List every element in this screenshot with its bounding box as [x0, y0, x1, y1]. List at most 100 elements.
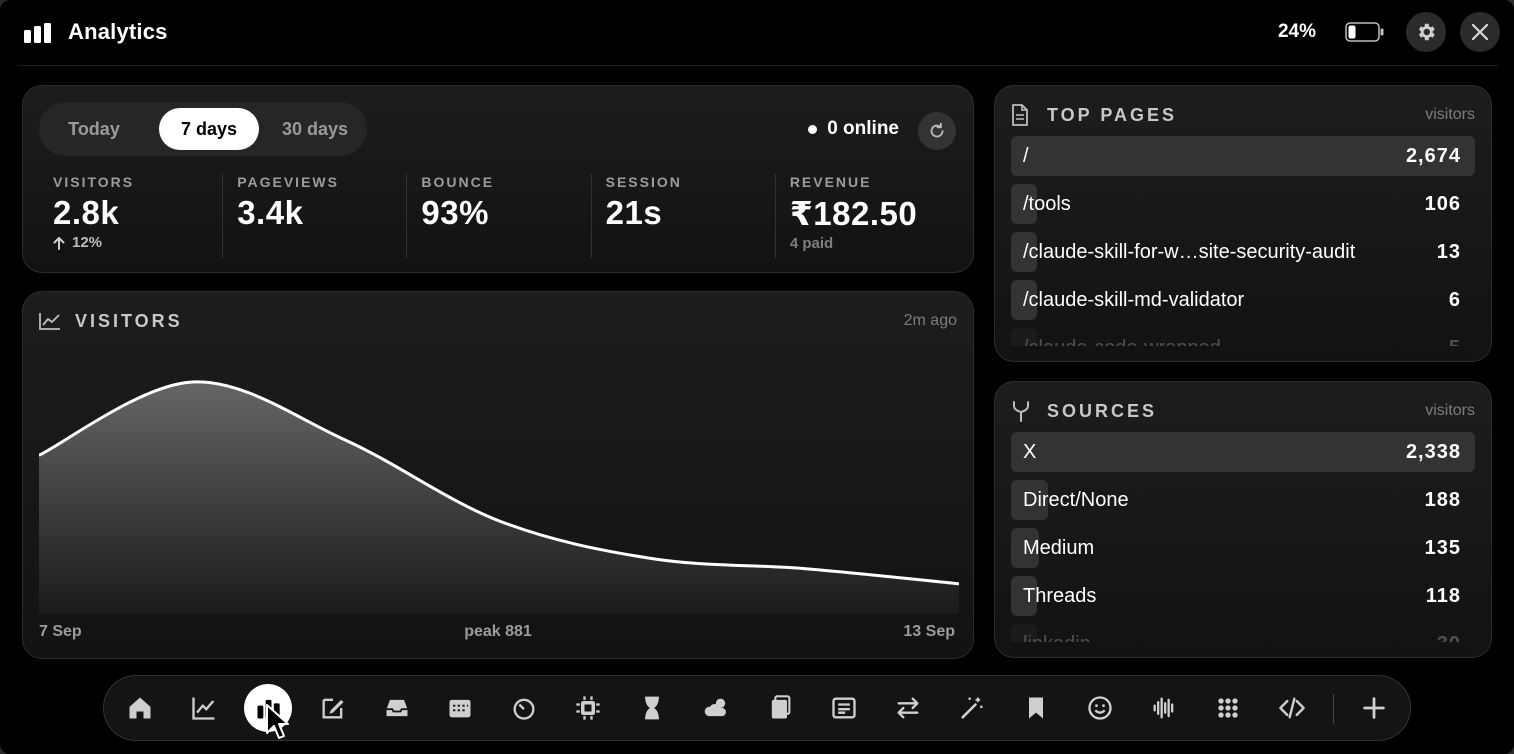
- sources-header: SOURCES visitors: [1011, 398, 1475, 424]
- settings-button[interactable]: [1406, 12, 1446, 52]
- chart-header: VISITORS 2m ago: [39, 308, 957, 334]
- dock-code-button[interactable]: [1268, 684, 1316, 732]
- edit-icon: [322, 698, 344, 719]
- range-7-days-tab[interactable]: 7 days: [159, 108, 259, 150]
- metric-change-value: 12%: [72, 234, 103, 251]
- grid-icon: [1218, 698, 1238, 718]
- battery-percentage: 24%: [1277, 21, 1316, 42]
- date-range-selector: Today 7 days 30 days: [39, 102, 367, 156]
- title-bar: Analytics 24%: [18, 0, 1500, 66]
- dock-hourglass-button[interactable]: [628, 684, 676, 732]
- weather-icon: [704, 698, 726, 717]
- source-count: 188: [1424, 488, 1461, 511]
- dock-inbox-button[interactable]: [373, 684, 421, 732]
- timer-icon: [513, 698, 535, 720]
- metric-value: ₹182.50: [789, 195, 918, 232]
- metric-value: 2.8k: [53, 194, 120, 231]
- metric-label: REVENUE: [789, 174, 872, 190]
- visitors-area-fill: [39, 381, 959, 614]
- emoji-icon: [1088, 696, 1112, 720]
- dock-weather-button[interactable]: [693, 684, 741, 732]
- sources-unit: visitors: [1425, 402, 1475, 419]
- metric-label: VISITORS: [53, 174, 135, 190]
- source-row[interactable]: Threads 118: [1011, 576, 1475, 616]
- source-count: 135: [1424, 536, 1461, 559]
- dock-bookmark-button[interactable]: [1012, 684, 1060, 732]
- bar-chart-icon: [24, 23, 51, 43]
- magic-wand-icon: [961, 697, 983, 719]
- metric-sub: 4 paid: [789, 235, 834, 252]
- arrow-up-icon: [53, 236, 65, 250]
- source-row[interactable]: Medium 135: [1011, 528, 1475, 568]
- dock-add-button[interactable]: [1350, 684, 1398, 732]
- dock-grid-button[interactable]: [1204, 684, 1252, 732]
- top-pages-header: TOP PAGES visitors: [1011, 102, 1475, 128]
- page-row[interactable]: /tools 106: [1011, 184, 1475, 224]
- top-pages-panel: TOP PAGES visitors / 2,674/tools 106/claud…: [994, 85, 1492, 362]
- hourglass-icon: [645, 696, 659, 720]
- metric-session: SESSION 21s: [590, 174, 775, 258]
- page-row[interactable]: / 2,674: [1011, 136, 1475, 176]
- page-count: 13: [1436, 240, 1461, 263]
- sources-title: SOURCES: [1047, 400, 1158, 421]
- source-count: 118: [1425, 584, 1461, 607]
- dock-edit-button[interactable]: [309, 684, 357, 732]
- metric-revenue: REVENUE ₹182.50 4 paid: [774, 174, 959, 258]
- calendar-icon: [449, 699, 471, 718]
- dock-emoji-button[interactable]: [1076, 684, 1124, 732]
- page-label: /tools: [1023, 192, 1071, 215]
- metric-bounce: BOUNCE 93%: [406, 174, 590, 258]
- dock-calendar-button[interactable]: [436, 684, 484, 732]
- page-count: 2,674: [1405, 144, 1461, 167]
- stats-panel: Today 7 days 30 days 0 online VISITORS 2…: [22, 85, 974, 273]
- metric-label: PAGEVIEWS: [237, 174, 339, 190]
- clipboard-icon: [771, 695, 791, 719]
- add-icon: [1363, 697, 1385, 719]
- refresh-button[interactable]: [918, 112, 956, 150]
- page-row[interactable]: /claude-skill-md-validator 6: [1011, 280, 1475, 320]
- peak-label: peak 881: [464, 623, 532, 640]
- dock-clipboard-button[interactable]: [756, 684, 804, 732]
- range-30-days-tab[interactable]: 30 days: [267, 108, 363, 150]
- dock-cpu-button[interactable]: [564, 684, 612, 732]
- dock-timer-button[interactable]: [500, 684, 548, 732]
- close-button[interactable]: [1460, 12, 1500, 52]
- online-indicator: 0 online: [808, 118, 899, 140]
- bookmark-icon: [1029, 697, 1043, 719]
- sources-panel: SOURCES visitors X 2,338 Direct/None 188 Med…: [994, 381, 1492, 658]
- source-count: 30: [1437, 633, 1461, 643]
- dock-magic-wand-button[interactable]: [948, 684, 996, 732]
- app-title: Analytics: [68, 19, 168, 44]
- app-dock: [103, 675, 1411, 741]
- range-today-tab[interactable]: Today: [45, 108, 143, 150]
- dock-audio-wave-button[interactable]: [1140, 684, 1188, 732]
- dock-line-chart-button[interactable]: [180, 684, 228, 732]
- cpu-icon: [576, 696, 600, 720]
- online-dot-icon: [808, 124, 818, 134]
- dock-transfer-button[interactable]: [884, 684, 932, 732]
- metric-value: 93%: [421, 194, 489, 231]
- metrics-row: VISITORS 2.8k 12% PAGEVIEWS 3.4k BOUNCE …: [39, 174, 959, 258]
- page-row[interactable]: /claude-code-wrapped5: [1011, 328, 1475, 346]
- chart-title: VISITORS: [75, 310, 183, 331]
- page-label: /claude-skill-for-w…site-security-audit: [1023, 240, 1356, 263]
- source-label: X: [1023, 440, 1037, 463]
- line-chart-icon: [39, 310, 63, 332]
- dock-separator: [1333, 694, 1334, 724]
- page-row[interactable]: /claude-skill-for-w…site-security-audit 1…: [1011, 232, 1475, 272]
- source-row[interactable]: X 2,338: [1011, 432, 1475, 472]
- page-count: 106: [1424, 192, 1461, 215]
- chart-updated: 2m ago: [903, 312, 957, 329]
- battery-icon: [1345, 22, 1384, 42]
- home-icon: [129, 697, 151, 719]
- source-row[interactable]: linkedin30: [1011, 624, 1475, 642]
- notes-icon: [832, 697, 856, 719]
- dock-home-button[interactable]: [116, 684, 164, 732]
- page-label: /claude-skill-md-validator: [1023, 288, 1245, 311]
- source-row[interactable]: Direct/None 188: [1011, 480, 1475, 520]
- dock-notes-button[interactable]: [820, 684, 868, 732]
- audio-wave-icon: [1153, 697, 1174, 719]
- metric-label: BOUNCE: [421, 174, 495, 190]
- page-label: /claude-code-wrapped: [1023, 337, 1449, 347]
- document-icon: [1011, 104, 1035, 126]
